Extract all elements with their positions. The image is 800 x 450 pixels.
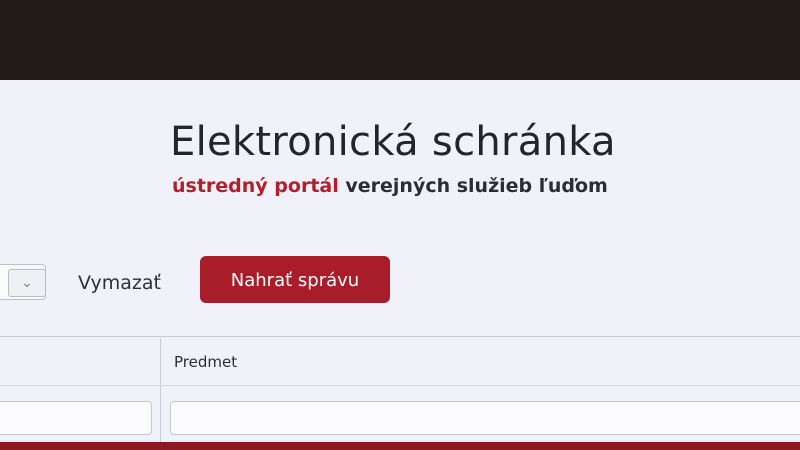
column-filter-input[interactable] [0,401,152,435]
page-subtitle: ústredný portál verejných služieb ľuďom [172,177,608,196]
subject-filter-input[interactable] [170,401,800,435]
column-separator [160,338,161,450]
monitor-bezel [0,0,800,80]
table-top-divider [0,336,800,337]
page-title: Elektronická schránka [170,119,616,165]
chevron-down-icon[interactable]: ⌄ [8,269,46,297]
subtitle-accent: ústredný portál [172,175,339,197]
bottom-accent-strip [0,442,800,450]
browser-viewport: Elektronická schránka ústredný portál ve… [0,80,800,450]
upload-message-button[interactable]: Nahrať správu [200,256,390,303]
column-header-subject[interactable]: Predmet [174,353,237,371]
subtitle-rest: verejných služieb ľuďom [345,175,608,197]
table-header-divider [0,385,800,386]
clear-button[interactable]: Vymazať [78,269,161,297]
